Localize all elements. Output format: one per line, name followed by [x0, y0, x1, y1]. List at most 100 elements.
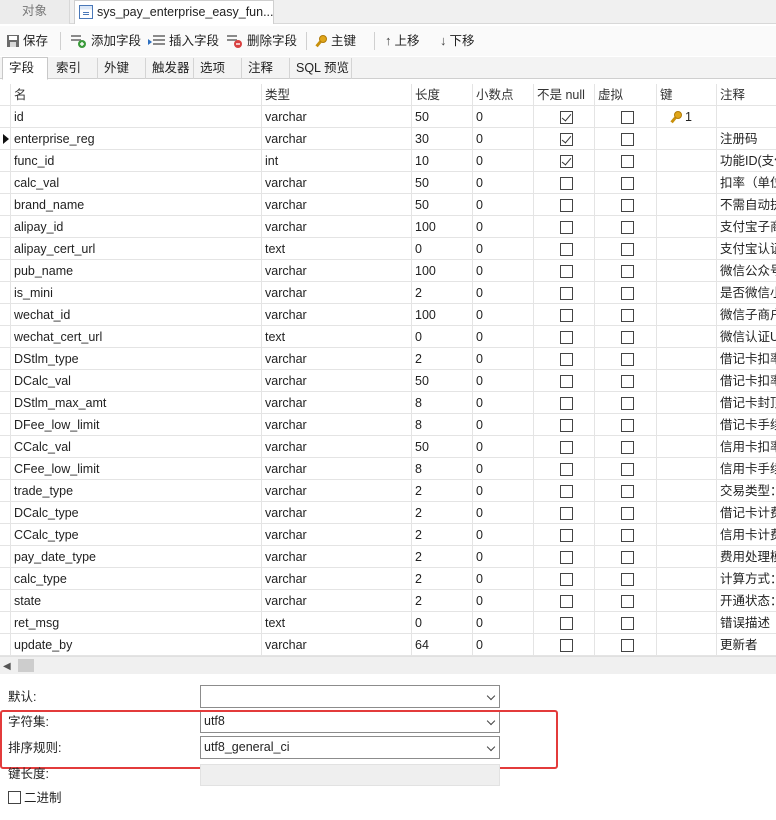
field-decimals-cell[interactable]: 0 — [473, 128, 534, 150]
table-row[interactable]: trade_typevarchar20 交易类型： — [0, 480, 776, 502]
field-decimals-cell[interactable]: 0 — [473, 546, 534, 568]
not-null-checkbox[interactable] — [560, 595, 573, 608]
table-row[interactable]: DCalc_typevarchar20 借记卡计费 — [0, 502, 776, 524]
not-null-checkbox[interactable] — [560, 551, 573, 564]
field-decimals-cell[interactable]: 0 — [473, 392, 534, 414]
virtual-checkbox[interactable] — [621, 463, 634, 476]
field-type-cell[interactable]: varchar — [262, 282, 412, 304]
field-decimals-cell[interactable]: 0 — [473, 194, 534, 216]
field-length-cell[interactable]: 50 — [412, 106, 473, 128]
field-decimals-cell[interactable]: 0 — [473, 216, 534, 238]
row-selector[interactable] — [0, 128, 11, 150]
field-decimals-cell[interactable]: 0 — [473, 568, 534, 590]
field-length-cell[interactable]: 8 — [412, 458, 473, 480]
field-comment-cell[interactable]: 借记卡扣率 — [717, 370, 776, 392]
table-row[interactable]: func_idint100 功能ID(支付 — [0, 150, 776, 172]
key-cell[interactable] — [657, 568, 717, 590]
default-select[interactable] — [200, 685, 500, 708]
field-length-cell[interactable]: 2 — [412, 480, 473, 502]
horizontal-scrollbar[interactable]: ◀ — [0, 656, 776, 674]
field-comment-cell[interactable]: 交易类型： — [717, 480, 776, 502]
column-header-virtual[interactable]: 虚拟 — [595, 84, 657, 106]
field-type-cell[interactable]: varchar — [262, 260, 412, 282]
key-cell[interactable] — [657, 436, 717, 458]
key-cell[interactable] — [657, 634, 717, 656]
row-selector[interactable] — [0, 524, 11, 546]
field-type-cell[interactable]: varchar — [262, 194, 412, 216]
not-null-checkbox[interactable] — [560, 441, 573, 454]
field-decimals-cell[interactable]: 0 — [473, 458, 534, 480]
key-cell[interactable] — [657, 502, 717, 524]
field-decimals-cell[interactable]: 0 — [473, 414, 534, 436]
not-null-checkbox[interactable] — [560, 111, 573, 124]
virtual-checkbox[interactable] — [621, 265, 634, 278]
virtual-checkbox[interactable] — [621, 353, 634, 366]
field-name-cell[interactable]: calc_type — [11, 568, 262, 590]
virtual-checkbox[interactable] — [621, 309, 634, 322]
field-length-cell[interactable]: 8 — [412, 414, 473, 436]
field-comment-cell[interactable]: 费用处理模 — [717, 546, 776, 568]
field-comment-cell[interactable]: 信用卡计费 — [717, 524, 776, 546]
virtual-checkbox[interactable] — [621, 551, 634, 564]
field-type-cell[interactable]: varchar — [262, 392, 412, 414]
virtual-checkbox[interactable] — [621, 287, 634, 300]
field-comment-cell[interactable]: 扣率（单位 — [717, 172, 776, 194]
table-row[interactable]: CCalc_typevarchar20 信用卡计费 — [0, 524, 776, 546]
field-comment-cell[interactable]: 微信认证U — [717, 326, 776, 348]
field-decimals-cell[interactable]: 0 — [473, 304, 534, 326]
table-row[interactable]: pay_date_typevarchar20 费用处理模 — [0, 546, 776, 568]
key-cell[interactable] — [657, 480, 717, 502]
field-length-cell[interactable]: 50 — [412, 172, 473, 194]
virtual-checkbox[interactable] — [621, 441, 634, 454]
column-header-length[interactable]: 长度 — [412, 84, 473, 106]
field-length-cell[interactable]: 2 — [412, 568, 473, 590]
key-cell[interactable] — [657, 392, 717, 414]
not-null-checkbox[interactable] — [560, 177, 573, 190]
field-type-cell[interactable]: varchar — [262, 480, 412, 502]
field-name-cell[interactable]: wechat_id — [11, 304, 262, 326]
field-type-cell[interactable]: varchar — [262, 106, 412, 128]
field-comment-cell[interactable]: 开通状态： — [717, 590, 776, 612]
field-name-cell[interactable]: wechat_cert_url — [11, 326, 262, 348]
virtual-checkbox[interactable] — [621, 529, 634, 542]
move-up-button[interactable]: ↑ 上移 — [385, 30, 420, 52]
tab-indexes[interactable]: 索引 — [50, 58, 98, 79]
virtual-checkbox[interactable] — [621, 111, 634, 124]
field-decimals-cell[interactable]: 0 — [473, 282, 534, 304]
virtual-checkbox[interactable] — [621, 639, 634, 652]
table-row[interactable]: ret_msg text 0 0 错误描述 — [0, 612, 776, 634]
field-length-cell[interactable]: 2 — [412, 546, 473, 568]
column-header-key[interactable]: 键 — [657, 84, 717, 106]
field-length-cell[interactable]: 50 — [412, 370, 473, 392]
field-name-cell[interactable]: calc_val — [11, 172, 262, 194]
table-row[interactable]: statevarchar20 开通状态： — [0, 590, 776, 612]
row-selector[interactable] — [0, 194, 11, 216]
table-row[interactable]: brand_namevarchar500 不需自动执 — [0, 194, 776, 216]
key-cell[interactable] — [657, 238, 717, 260]
field-type-cell[interactable]: varchar — [262, 348, 412, 370]
field-type-cell[interactable]: varchar — [262, 590, 412, 612]
table-design-tab[interactable]: sys_pay_enterprise_easy_fun... — [74, 0, 274, 24]
field-decimals-cell[interactable]: 0 — [473, 634, 534, 656]
field-length-cell[interactable]: 2 — [412, 348, 473, 370]
table-row[interactable]: id varchar 50 0 1 — [0, 106, 776, 128]
field-comment-cell[interactable]: 微信公众号 — [717, 260, 776, 282]
table-row[interactable]: DStlm_typevarchar20 借记卡扣率 — [0, 348, 776, 370]
field-type-cell[interactable]: varchar — [262, 568, 412, 590]
not-null-checkbox[interactable] — [560, 353, 573, 366]
field-type-cell[interactable]: varchar — [262, 524, 412, 546]
field-length-cell[interactable]: 50 — [412, 436, 473, 458]
field-type-cell[interactable]: varchar — [262, 216, 412, 238]
virtual-checkbox[interactable] — [621, 419, 634, 432]
objects-tab[interactable]: 对象 — [0, 0, 70, 24]
field-name-cell[interactable]: is_mini — [11, 282, 262, 304]
field-decimals-cell[interactable]: 0 — [473, 436, 534, 458]
not-null-checkbox[interactable] — [560, 507, 573, 520]
field-comment-cell[interactable]: 功能ID(支付 — [717, 150, 776, 172]
key-cell[interactable] — [657, 194, 717, 216]
field-comment-cell[interactable]: 不需自动执 — [717, 194, 776, 216]
row-selector[interactable] — [0, 634, 11, 656]
not-null-checkbox[interactable] — [560, 331, 573, 344]
row-selector[interactable] — [0, 304, 11, 326]
row-selector[interactable] — [0, 216, 11, 238]
